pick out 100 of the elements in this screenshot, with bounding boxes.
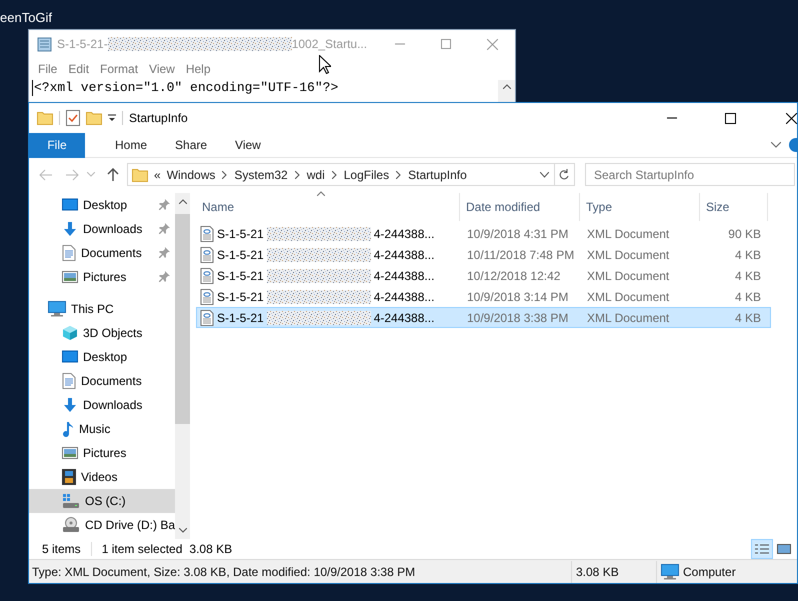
size-cell-text: 4 KB: [734, 268, 762, 284]
xml-file-icon: [200, 288, 214, 304]
breadcrumb-item[interactable]: «: [154, 166, 161, 184]
pin-icon[interactable]: [158, 271, 170, 283]
column-header[interactable]: Size: [700, 193, 768, 221]
chevron-icon: [222, 170, 228, 178]
details-view-button[interactable]: [751, 539, 773, 559]
sidebar-item[interactable]: 3D Objects: [29, 321, 176, 345]
refresh-icon[interactable]: [559, 168, 570, 180]
sidebar-item[interactable]: Downloads: [29, 217, 176, 241]
type-cell-text: XML Document: [586, 246, 670, 264]
sidebar-item[interactable]: Music: [29, 417, 176, 441]
down-arrow-icon: [62, 397, 78, 413]
customize-caret-icon[interactable]: [108, 114, 116, 122]
file-name: 4-244388...: [374, 246, 434, 264]
breadcrumb-item[interactable]: wdi: [306, 166, 325, 184]
size-cell-text: 90 KB: [727, 226, 762, 242]
item-label: OS (C:): [85, 493, 126, 510]
xml-file-icon: [200, 310, 214, 326]
details-text: Type: XML Document, Size: 3.08 KB, Date modified: 10/9/2018 3:38 PM: [31, 564, 416, 580]
maximize-icon[interactable]: [724, 112, 736, 124]
notepad-icon: [37, 36, 53, 52]
close-icon[interactable]: [786, 112, 797, 124]
item-label: Desktop: [83, 197, 128, 214]
file-name: 4-244388...: [374, 310, 434, 326]
file-row[interactable]: S-1-5-21 4-244388... 10/9/2018 3:14 PM XML Document 4 KB: [196, 286, 771, 307]
picture-icon: [62, 446, 78, 460]
ribbon-tab[interactable]: File: [29, 132, 85, 158]
column-header[interactable]: Name: [196, 193, 460, 221]
size-cell-text: 4 KB: [734, 288, 762, 306]
breadcrumb-item[interactable]: Windows: [166, 166, 216, 184]
item-label: Pictures: [83, 445, 126, 462]
scrollbar-thumb[interactable]: [175, 214, 190, 424]
breadcrumb-item[interactable]: System32: [234, 166, 288, 184]
sidebar-item[interactable]: Documents: [29, 241, 176, 265]
ribbon-tab[interactable]: View: [221, 132, 275, 158]
properties-icon[interactable]: [66, 110, 80, 126]
down-arrow-icon: [62, 221, 78, 237]
desktop-caption: eenToGif: [0, 9, 52, 27]
item-label: Music: [79, 421, 110, 438]
sidebar-item[interactable]: Desktop: [29, 193, 176, 217]
sidebar-item[interactable]: Videos: [29, 465, 176, 489]
item-label: Downloads: [83, 397, 142, 414]
size-cell-text: 4 KB: [734, 310, 762, 326]
address-bar[interactable]: « Windows System32 wdi LogFiles StartupInfo: [127, 163, 575, 186]
scroll-down-icon[interactable]: [178, 528, 187, 533]
help-icon[interactable]: [789, 138, 797, 152]
location-label: Computer: [683, 564, 736, 580]
sidebar-item[interactable]: Desktop: [29, 345, 176, 369]
file-row[interactable]: S-1-5-21 4-244388... 10/12/2018 12:42 XML Document 4 KB: [196, 265, 771, 286]
up-arrow-icon[interactable]: [107, 168, 119, 182]
sidebar-item[interactable]: Downloads: [29, 393, 176, 417]
sidebar-item[interactable]: This PC: [29, 297, 176, 321]
type-cell-text: XML Document: [586, 268, 670, 284]
monitor-icon: [62, 350, 78, 364]
selection-size: 3.08 KB: [189, 541, 232, 558]
pin-icon[interactable]: [158, 247, 170, 259]
file-row[interactable]: S-1-5-21 4-244388... 10/9/2018 3:38 PM XML Document 4 KB: [196, 307, 771, 328]
scroll-up-icon[interactable]: [178, 199, 187, 204]
type-cell-text: XML Document: [586, 310, 670, 326]
expand-ribbon-icon[interactable]: [771, 142, 781, 148]
menu-item[interactable]: File: [35, 60, 60, 78]
sidebar-item[interactable]: OS (C:): [29, 489, 176, 513]
film-icon: [62, 469, 76, 485]
menu-item[interactable]: View: [146, 60, 178, 78]
item-label: Documents: [81, 245, 142, 262]
sidebar-item[interactable]: Documents: [29, 369, 176, 393]
window-title: 1002_Startu...: [292, 36, 368, 53]
pin-icon[interactable]: [158, 223, 170, 235]
sidebar-item[interactable]: Pictures: [29, 265, 176, 289]
item-label: Videos: [81, 469, 118, 486]
column-header[interactable]: Date modified: [460, 193, 580, 221]
menu-item[interactable]: Help: [182, 60, 214, 78]
chevron-icon: [396, 170, 402, 178]
file-row[interactable]: S-1-5-21 4-244388... 10/9/2018 4:31 PM XML Document 90 KB: [196, 223, 771, 244]
ribbon-tab[interactable]: Share: [161, 132, 222, 158]
menu-item[interactable]: Edit: [65, 60, 92, 78]
date-cell-text: 10/9/2018 4:31 PM: [466, 226, 570, 242]
file-row[interactable]: S-1-5-21 4-244388... 10/11/2018 7:48 PM XML Document 4 KB: [196, 244, 771, 265]
scrollbar[interactable]: [175, 193, 190, 539]
scroll-up-icon[interactable]: [502, 84, 510, 89]
breadcrumb-item[interactable]: StartupInfo: [408, 166, 467, 184]
mouse-cursor-icon: [319, 55, 331, 74]
window-title: StartupInfo: [129, 110, 188, 127]
menu-item[interactable]: Format: [97, 60, 142, 78]
picture-icon: [62, 270, 78, 284]
chevron-icon: [332, 170, 337, 178]
ribbon-tab[interactable]: Home: [101, 132, 162, 158]
sidebar-item[interactable]: Pictures: [29, 441, 176, 465]
search-field[interactable]: Search StartupInfo: [585, 163, 795, 186]
breadcrumb-item[interactable]: LogFiles: [344, 166, 390, 184]
file-name: 4-244388...: [374, 268, 434, 284]
pin-icon[interactable]: [158, 199, 170, 211]
column-header[interactable]: Type: [580, 193, 700, 221]
dropdown-caret-icon[interactable]: [540, 172, 549, 178]
file-name: S-1-5-21: [217, 246, 264, 264]
sidebar-item[interactable]: CD Drive (D:) Ba: [29, 513, 176, 537]
size-cell-text: 4 KB: [734, 246, 762, 264]
computer-icon: [661, 564, 679, 580]
details-view-icon[interactable]: [755, 544, 769, 554]
